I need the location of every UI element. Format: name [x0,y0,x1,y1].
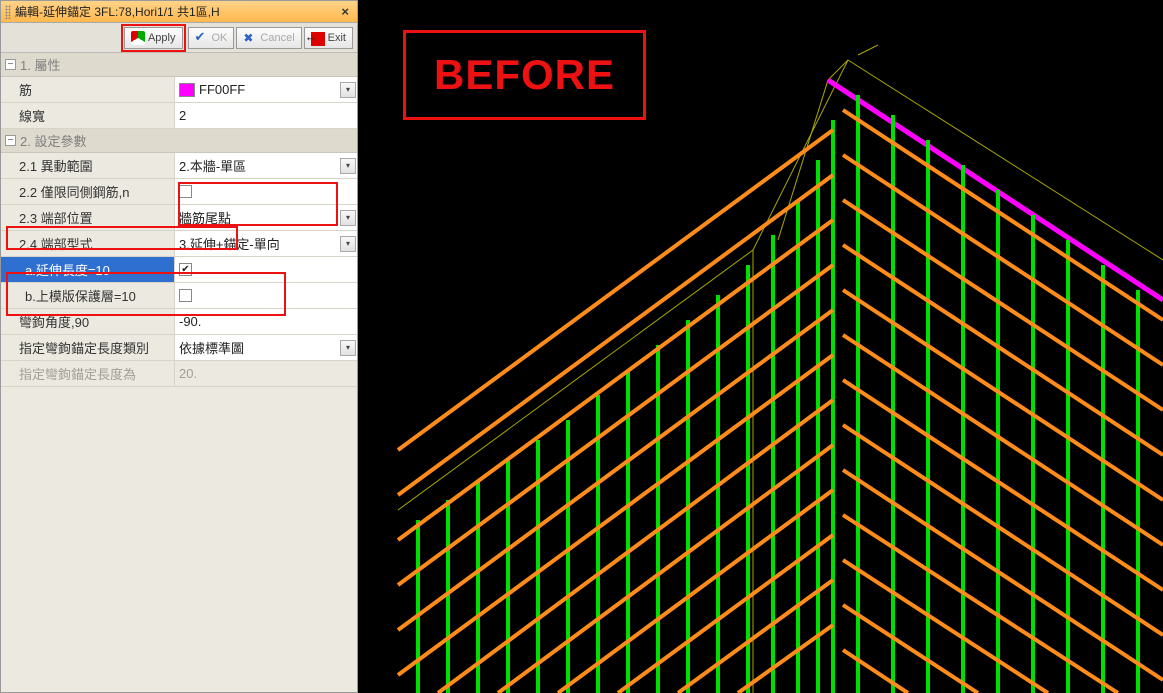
checkbox-icon[interactable] [179,185,192,198]
row-scope-value[interactable]: 2.本牆-單區 [175,153,339,179]
row-rebar-text: FF00FF [199,82,245,97]
row-hookangle-value[interactable]: -90. [175,309,339,335]
row-linewidth-dd [339,103,357,129]
before-label: BEFORE [403,30,646,120]
row-uppercover-dd [339,283,357,309]
row-hooklenval-dd [339,361,357,387]
close-icon[interactable]: × [337,4,353,19]
apply-label: Apply [148,32,176,44]
ok-icon [195,31,209,45]
row-endtype-label[interactable]: 2.4 端部型式 [1,231,175,257]
color-swatch-icon [179,83,195,97]
section-properties-title: 1. 屬性 [20,55,60,74]
checkbox-checked-icon[interactable]: ✔ [179,263,192,276]
ok-button[interactable]: OK [188,27,235,49]
row-extlen-label[interactable]: a.延伸長度=10 [1,257,175,283]
row-hooklenval-label: 指定彎鉤錨定長度為 [1,361,175,387]
panel-title: 編輯-延伸錨定 3FL:78,Hori1/1 共1區,H [15,3,337,20]
row-endpos-value[interactable]: 牆筋尾點 [175,205,339,231]
row-endtype-dd[interactable]: ▾ [339,231,357,257]
property-panel: 編輯-延伸錨定 3FL:78,Hori1/1 共1區,H × Apply OK … [0,0,358,693]
row-scope-label[interactable]: 2.1 異動範圍 [1,153,175,179]
ok-label: OK [212,32,228,44]
exit-icon [311,32,325,46]
apply-icon [131,31,145,45]
section-properties[interactable]: − 1. 屬性 [1,53,357,77]
chevron-down-icon: ▾ [340,340,356,356]
section-params[interactable]: − 2. 設定參數 [1,129,357,153]
chevron-down-icon: ▾ [340,158,356,174]
row-hooklentype-label[interactable]: 指定彎鉤錨定長度類別 [1,335,175,361]
row-hookangle-dd [339,309,357,335]
row-linewidth-label[interactable]: 線寬 [1,103,175,129]
exit-button[interactable]: Exit [304,27,353,49]
collapse-icon[interactable]: − [5,135,16,146]
cancel-button[interactable]: Cancel [236,27,301,49]
row-hookangle-label[interactable]: 彎鉤角度,90 [1,309,175,335]
row-rebar-dd[interactable]: ▾ [339,77,357,103]
grip-icon [5,5,11,19]
row-uppercover-value[interactable] [175,283,339,309]
exit-label: Exit [328,32,346,44]
row-rebar-label[interactable]: 筋 [1,77,175,103]
row-extlen-value[interactable]: ✔ [175,257,339,283]
section-params-title: 2. 設定參數 [20,131,86,150]
chevron-down-icon: ▾ [340,82,356,98]
row-sameside-value[interactable] [175,179,339,205]
row-endtype-value[interactable]: 3.延伸+錨定-單向 [175,231,339,257]
row-linewidth-value[interactable]: 2 [175,103,339,129]
row-rebar-value[interactable]: FF00FF [175,77,339,103]
apply-highlight-box: Apply [121,24,186,52]
row-uppercover-label[interactable]: b.上模版保護層=10 [1,283,175,309]
row-endpos-label[interactable]: 2.3 端部位置 [1,205,175,231]
property-grid: − 1. 屬性 筋 FF00FF ▾ 線寬 2 − 2. 設定參數 2.1 異動… [1,53,357,387]
row-extlen-dd [339,257,357,283]
checkbox-icon[interactable] [179,289,192,302]
row-hooklentype-value[interactable]: 依據標準圖 [175,335,339,361]
row-scope-dd[interactable]: ▾ [339,153,357,179]
row-sameside-dd [339,179,357,205]
row-hooklentype-dd[interactable]: ▾ [339,335,357,361]
row-sameside-label[interactable]: 2.2 僅限同側鋼筋,n [1,179,175,205]
row-hooklenval-value: 20. [175,361,339,387]
cancel-icon [243,31,257,45]
row-endpos-dd[interactable]: ▾ [339,205,357,231]
viewport-3d[interactable]: BEFORE [358,0,1163,693]
chevron-down-icon: ▾ [340,236,356,252]
panel-titlebar: 編輯-延伸錨定 3FL:78,Hori1/1 共1區,H × [1,1,357,23]
collapse-icon[interactable]: − [5,59,16,70]
panel-toolbar: Apply OK Cancel Exit [1,23,357,53]
cancel-label: Cancel [260,32,294,44]
apply-button[interactable]: Apply [124,27,183,49]
chevron-down-icon: ▾ [340,210,356,226]
